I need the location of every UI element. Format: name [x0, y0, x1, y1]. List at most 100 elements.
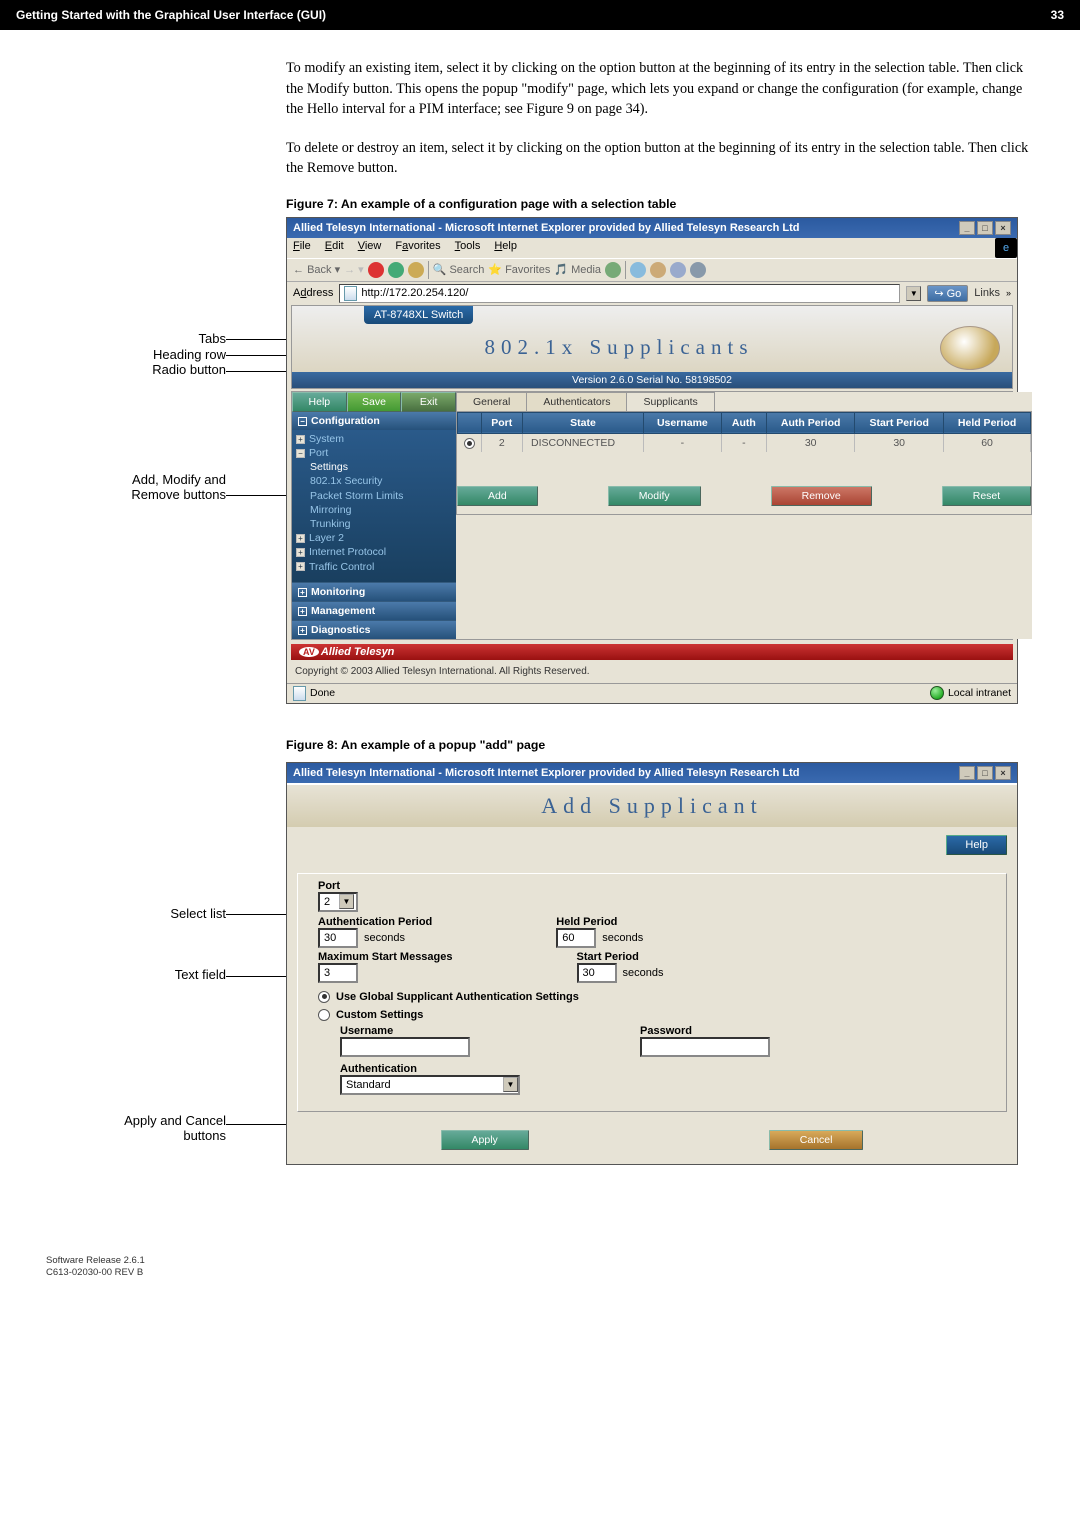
- address-dropdown-icon[interactable]: ▼: [906, 286, 921, 301]
- sidebar-item-trunking[interactable]: Trunking: [310, 517, 452, 531]
- sidebar-item-layer2[interactable]: +Layer 2: [296, 531, 452, 545]
- authentication-select[interactable]: Standard ▼: [340, 1075, 520, 1095]
- menu-tools[interactable]: Tools: [455, 240, 481, 256]
- help-tab[interactable]: Help: [292, 392, 347, 412]
- figure-7: Tabs Heading row Radio button Add, Modif…: [46, 217, 1034, 704]
- reset-button[interactable]: Reset: [942, 486, 1031, 506]
- sidebar-management[interactable]: +Management: [292, 601, 456, 620]
- mail-icon[interactable]: [630, 262, 646, 278]
- menu-file[interactable]: FFileile: [293, 240, 311, 256]
- exit-tab[interactable]: Exit: [401, 392, 456, 412]
- selection-table: Port State Username Auth Auth Period Sta…: [456, 411, 1032, 515]
- sidebar-configuration[interactable]: −Configuration: [292, 412, 456, 430]
- figure-7-caption: Figure 7: An example of a configuration …: [286, 197, 1034, 211]
- print-icon[interactable]: [650, 262, 666, 278]
- close-icon[interactable]: ×: [995, 221, 1011, 235]
- sidebar-item-ip[interactable]: +Internet Protocol: [296, 545, 452, 559]
- table-heading-row: Port State Username Auth Auth Period Sta…: [458, 412, 1031, 433]
- body-para-1: To modify an existing item, select it by…: [286, 58, 1034, 120]
- copyright-text: Copyright © 2003 Allied Telesyn Internat…: [287, 664, 1017, 683]
- tab-supplicants[interactable]: Supplicants: [626, 392, 714, 411]
- address-field[interactable]: http://172.20.254.120/: [339, 284, 900, 303]
- menu-edit[interactable]: Edit: [325, 240, 344, 256]
- go-button[interactable]: ↪ Go: [927, 285, 968, 302]
- status-page-icon: [293, 686, 306, 701]
- popup-titlebar: Allied Telesyn International - Microsoft…: [287, 763, 1017, 783]
- favorites-button[interactable]: ⭐ Favorites: [488, 263, 550, 276]
- popup-page-title: Add Supplicant: [287, 783, 1017, 827]
- ie-address-bar: Address http://172.20.254.120/ ▼ ↪ Go Li…: [287, 282, 1017, 305]
- apply-button[interactable]: Apply: [441, 1130, 529, 1150]
- username-field[interactable]: [340, 1037, 470, 1057]
- sidebar-item-port[interactable]: −Port: [296, 446, 452, 460]
- discuss-icon[interactable]: [690, 262, 706, 278]
- sidebar-item-system[interactable]: +System: [296, 432, 452, 446]
- cell-auth-period: 30: [766, 433, 855, 452]
- password-label: Password: [640, 1025, 770, 1037]
- help-button[interactable]: Help: [946, 835, 1007, 855]
- sidebar-item-storm[interactable]: Packet Storm Limits: [310, 489, 452, 503]
- maximize-icon[interactable]: □: [977, 221, 993, 235]
- start-period-field[interactable]: 30: [577, 963, 617, 983]
- chevron-down-icon: ▼: [503, 1077, 518, 1092]
- home-icon[interactable]: [408, 262, 424, 278]
- app-header: AT-8748XL Switch 802.1x Supplicants Vers…: [291, 305, 1013, 389]
- body-para-2: To delete or destroy an item, select it …: [286, 138, 1034, 179]
- stop-icon[interactable]: [368, 262, 384, 278]
- add-button[interactable]: Add: [457, 486, 538, 506]
- media-button[interactable]: 🎵 Media: [554, 263, 601, 276]
- search-button[interactable]: 🔍 Search: [433, 263, 485, 276]
- sidebar-diagnostics[interactable]: +Diagnostics: [292, 620, 456, 639]
- menu-favorites[interactable]: Favorites: [395, 240, 440, 256]
- edit-icon[interactable]: [670, 262, 686, 278]
- minimize-icon[interactable]: _: [959, 766, 975, 780]
- max-start-field[interactable]: 3: [318, 963, 358, 983]
- max-start-label: Maximum Start Messages: [318, 951, 453, 963]
- remove-button[interactable]: Remove: [771, 486, 872, 506]
- sidebar-item-8021x[interactable]: 802.1x Security: [310, 474, 452, 488]
- row-radio-button[interactable]: [464, 438, 475, 449]
- back-button[interactable]: ← Back ▾: [293, 263, 340, 276]
- port-select[interactable]: 2 ▼: [318, 892, 358, 912]
- authentication-label: Authentication: [340, 1063, 986, 1075]
- page-number: 33: [1040, 8, 1064, 22]
- callout-apply-cancel: Apply and Cancel: [46, 1113, 286, 1129]
- th-start-period: Start Period: [855, 412, 944, 433]
- auth-period-field[interactable]: 30: [318, 928, 358, 948]
- modify-button[interactable]: Modify: [608, 486, 701, 506]
- menu-help[interactable]: Help: [494, 240, 517, 256]
- cancel-button[interactable]: Cancel: [769, 1130, 864, 1150]
- forward-button[interactable]: → ▾: [344, 263, 364, 276]
- port-select-value: 2: [324, 896, 330, 908]
- tab-general[interactable]: General: [456, 392, 527, 411]
- password-field[interactable]: [640, 1037, 770, 1057]
- cell-held-period: 60: [943, 433, 1030, 452]
- sidebar-item-traffic[interactable]: +Traffic Control: [296, 560, 452, 574]
- radio-global[interactable]: [318, 991, 330, 1003]
- minimize-icon[interactable]: _: [959, 221, 975, 235]
- figure-8: Select list Text field Apply and Cancel …: [46, 762, 1034, 1165]
- footer-docnum: C613-02030-00 REV B: [46, 1267, 1034, 1279]
- close-icon[interactable]: ×: [995, 766, 1011, 780]
- version-serial: Version 2.6.0 Serial No. 58198502: [292, 372, 1012, 388]
- ie-window: Allied Telesyn International - Microsoft…: [286, 217, 1018, 704]
- maximize-icon[interactable]: □: [977, 766, 993, 780]
- tab-authenticators[interactable]: Authenticators: [526, 392, 627, 411]
- sidebar-tabs: Help Save Exit: [292, 392, 456, 412]
- ie-status-bar: Done Local intranet: [287, 683, 1017, 703]
- cell-state: DISCONNECTED: [523, 433, 644, 452]
- save-tab[interactable]: Save: [347, 392, 402, 412]
- sidebar-monitoring[interactable]: +Monitoring: [292, 582, 456, 601]
- header-title: Getting Started with the Graphical User …: [16, 8, 326, 22]
- refresh-icon[interactable]: [388, 262, 404, 278]
- menu-view[interactable]: View: [358, 240, 382, 256]
- intranet-icon: [930, 686, 944, 700]
- popup-body: Help Port 2 ▼ Authentication Period 30: [287, 827, 1017, 1164]
- radio-custom[interactable]: [318, 1009, 330, 1021]
- links-label[interactable]: Links: [974, 287, 1000, 299]
- history-icon[interactable]: [605, 262, 621, 278]
- sidebar-item-settings[interactable]: Settings: [310, 460, 452, 474]
- th-port: Port: [481, 412, 523, 433]
- held-period-field[interactable]: 60: [556, 928, 596, 948]
- sidebar-item-mirroring[interactable]: Mirroring: [310, 503, 452, 517]
